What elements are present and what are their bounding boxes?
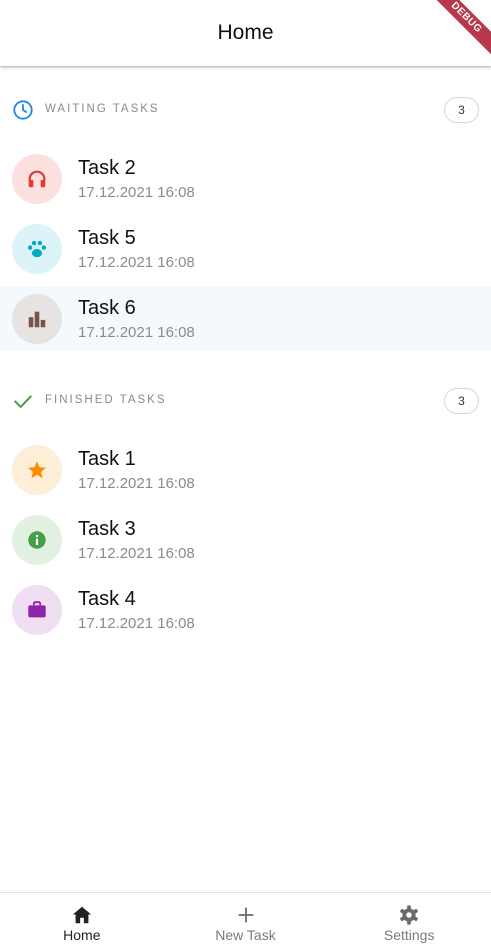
task-item-task-5[interactable]: Task 5 17.12.2021 16:08: [0, 217, 491, 281]
task-title: Task 3: [78, 518, 136, 540]
task-date: 17.12.2021 16:08: [78, 254, 195, 271]
paw-icon: [27, 240, 47, 258]
briefcase-icon: [28, 601, 46, 618]
clock-icon: [13, 100, 33, 120]
home-icon: [72, 906, 91, 924]
nav-label-home: Home: [63, 927, 101, 943]
finished-tasks-title: FINISHED TASKS: [45, 394, 167, 406]
task-avatar: [12, 585, 62, 635]
task-item-task-3[interactable]: Task 3 17.12.2021 16:08: [0, 508, 491, 572]
headphones-icon: [28, 170, 46, 188]
task-avatar: [12, 294, 62, 344]
task-item-task-2[interactable]: Task 2 17.12.2021 16:08: [0, 147, 491, 211]
task-title: Task 4: [78, 588, 136, 610]
waiting-count-badge: 3: [444, 97, 479, 123]
nav-label-new-task: New Task: [215, 927, 276, 943]
waiting-tasks-header: WAITING TASKS 3: [0, 90, 491, 130]
app-bar: Home: [0, 0, 491, 66]
plus-icon: [238, 907, 253, 923]
page-title: Home: [217, 21, 274, 44]
task-avatar: [12, 154, 62, 204]
task-title: Task 1: [78, 448, 136, 470]
task-avatar: [12, 515, 62, 565]
task-date: 17.12.2021 16:08: [78, 324, 195, 341]
task-title: Task 6: [78, 297, 136, 319]
task-item-task-1[interactable]: Task 1 17.12.2021 16:08: [0, 438, 491, 502]
nav-item-settings[interactable]: Settings: [327, 893, 491, 947]
check-icon: [14, 395, 32, 408]
nav-item-new-task[interactable]: New Task: [164, 893, 328, 947]
finished-count-badge: 3: [444, 388, 479, 414]
gear-icon: [400, 905, 419, 925]
task-title: Task 5: [78, 227, 136, 249]
task-avatar: [12, 224, 62, 274]
info-icon: [28, 531, 46, 549]
finished-tasks-header: FINISHED TASKS 3: [0, 381, 491, 421]
task-date: 17.12.2021 16:08: [78, 475, 195, 492]
task-date: 17.12.2021 16:08: [78, 184, 195, 201]
waiting-tasks-title: WAITING TASKS: [45, 103, 160, 115]
star-icon: [28, 461, 46, 479]
bottom-navigation: Home New Task Settings: [0, 892, 491, 947]
task-item-task-6[interactable]: Task 6 17.12.2021 16:08: [0, 287, 491, 351]
task-avatar: [12, 445, 62, 495]
bar-chart-icon: [28, 311, 46, 328]
nav-label-settings: Settings: [383, 927, 435, 943]
nav-item-home[interactable]: Home: [0, 893, 164, 947]
task-item-task-4[interactable]: Task 4 17.12.2021 16:08: [0, 578, 491, 642]
task-title: Task 2: [78, 157, 136, 179]
task-date: 17.12.2021 16:08: [78, 545, 195, 562]
task-date: 17.12.2021 16:08: [78, 615, 195, 632]
